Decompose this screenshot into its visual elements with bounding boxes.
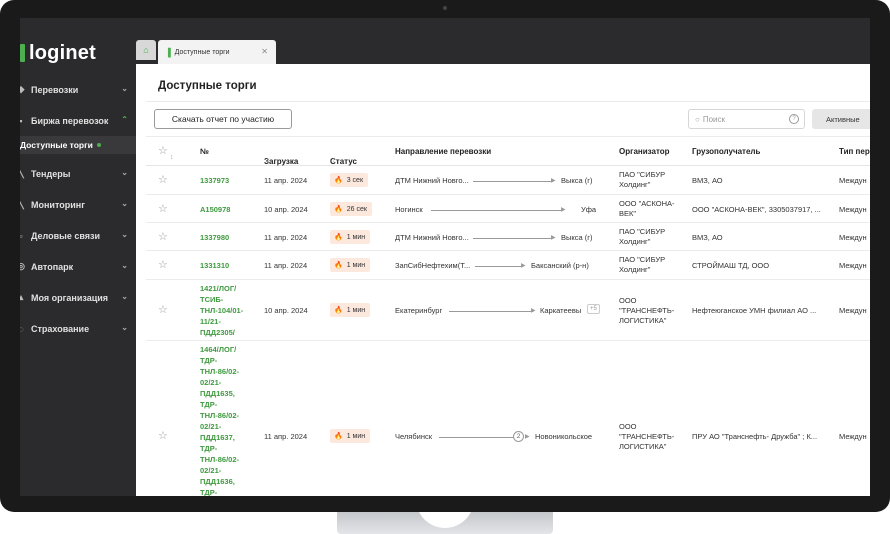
table-row[interactable]: ☆ 1337973 11 апр. 2024 🔥 3 сек ДТМ Нижний… (146, 166, 870, 195)
monitor-frame: loginet ◆ Перевозки ⌄ ▪ Биржа перевозок ⌃ До… (0, 0, 890, 512)
contacts-icon: ▫ (20, 230, 23, 241)
fire-icon: 🔥 (334, 234, 343, 241)
arrow-icon: ▶ (531, 308, 536, 314)
column-header-num[interactable]: № (200, 147, 209, 156)
fire-icon: 🔥 (334, 433, 343, 440)
route: ДТМ Нижний Новго... ▶ Выкса (г) (395, 176, 593, 185)
chevron-down-icon: ⌄ (121, 261, 128, 270)
sidebar-item-shipments[interactable]: ◆ Перевозки ⌄ (20, 74, 136, 105)
chevron-up-icon: ⌃ (121, 115, 128, 124)
sidebar-item-insurance[interactable]: ◌ Страхование ⌄ (20, 313, 136, 344)
status-badge: 🔥 1 мин (330, 230, 371, 244)
column-header-route[interactable]: Направление перевозки (395, 147, 491, 156)
tab-bar: ⌂ ▐ Доступные торги ✕ (136, 18, 870, 64)
fleet-icon: ◎ (20, 261, 25, 271)
star-icon[interactable]: ☆ (158, 303, 168, 316)
download-report-button[interactable]: Скачать отчет по участию (154, 109, 292, 129)
status-badge: 🔥 26 сек (330, 202, 372, 216)
search-icon: ○ (695, 114, 700, 124)
table-header: ☆ ↕ № Загрузка ↕ Статус ↕ Направление перев… (146, 136, 870, 166)
arrow-icon: ▶ (551, 178, 556, 184)
star-icon[interactable]: ☆ (158, 429, 168, 442)
page-content: Доступные торги Скачать отчет по участию… (136, 64, 870, 496)
chevron-down-icon: ⌄ (121, 168, 128, 177)
tab-page-icon: ▐ (165, 47, 171, 57)
sort-icon: ↕ (266, 157, 270, 164)
screen: loginet ◆ Перевозки ⌄ ▪ Биржа перевозок ⌃ До… (20, 18, 870, 496)
star-icon[interactable]: ☆ (158, 202, 168, 215)
star-icon[interactable]: ☆ (158, 230, 168, 243)
sidebar-menu: ◆ Перевозки ⌄ ▪ Биржа перевозок ⌃ Доступные … (20, 74, 136, 344)
status-badge: 🔥 1 мин (330, 429, 371, 443)
chevron-down-icon: ⌄ (121, 84, 128, 93)
table-row[interactable]: ☆ 1337980 11 апр. 2024 🔥 1 мин ДТМ Нижний… (146, 223, 870, 251)
status-badge: 🔥 3 сек (330, 173, 369, 187)
sidebar-item-fleet[interactable]: ◎ Автопарк ⌄ (20, 251, 136, 282)
chevron-down-icon: ⌄ (121, 230, 128, 239)
column-header-type[interactable]: Тип пер (839, 147, 870, 156)
table-row[interactable]: ☆ 1464/ЛОГ/ ТДР- ТНЛ-86/02- 02/21- ПДД16… (146, 341, 870, 496)
chevron-down-icon: ⌄ (121, 292, 128, 301)
arrow-icon: ▶ (521, 263, 526, 269)
route: Екатеринбург ▶ Каркатеевы +5 (395, 304, 601, 316)
star-header-icon[interactable]: ☆ ↕ (158, 144, 173, 161)
active-filter-button[interactable]: Активные (812, 109, 870, 129)
help-icon[interactable]: ? (789, 114, 799, 124)
star-icon[interactable]: ☆ (158, 258, 168, 271)
route: Ногинск ▶ Уфа (395, 205, 597, 214)
route: ЗапСибНефтехим(Т... ▶ Баксанский (р-н) (395, 261, 589, 270)
sidebar-item-exchange[interactable]: ▪ Биржа перевозок ⌃ (20, 105, 136, 136)
logo[interactable]: loginet (20, 40, 96, 66)
chevron-down-icon: ⌄ (121, 199, 128, 208)
page-title: Доступные торги (158, 80, 257, 92)
sidebar-item-tenders[interactable]: ╲ Тендеры ⌄ (20, 158, 136, 189)
status-badge: 🔥 1 мин (330, 303, 371, 317)
table-row[interactable]: ☆ 1331310 11 апр. 2024 🔥 1 мин ЗапСибНефт… (146, 251, 870, 280)
arrow-icon: ▶ (525, 434, 530, 440)
tender-icon: ╲ (20, 168, 24, 178)
fire-icon: 🔥 (334, 262, 343, 269)
active-dot-icon (96, 143, 101, 147)
tab-available-tenders[interactable]: ▐ Доступные торги ✕ (158, 40, 276, 64)
more-stops-badge[interactable]: +5 (587, 304, 600, 314)
fire-icon: 🔥 (334, 307, 343, 314)
logo-text: loginet (29, 41, 96, 64)
tab-home[interactable]: ⌂ (136, 40, 156, 60)
column-header-organizer[interactable]: Организатор (619, 147, 670, 156)
sidebar-item-contacts[interactable]: ▫ Деловые связи ⌄ (20, 220, 136, 251)
column-header-consignee[interactable]: Грузополучатель (692, 147, 760, 156)
monitoring-icon: ╲ (20, 199, 24, 209)
title-divider (146, 101, 870, 102)
table-row[interactable]: ☆ 1421/ЛОГ/ ТСИБ- ТНЛ-104/01- 11/21- ПДД… (146, 280, 870, 341)
logo-mark (20, 44, 25, 62)
search-placeholder: Поиск (702, 114, 726, 124)
search-input[interactable]: ○ Поиск ? (688, 109, 805, 129)
sidebar-subitem-available-tenders[interactable]: Доступные торги (20, 136, 136, 154)
insurance-icon: ◌ (20, 323, 24, 334)
exchange-icon: ▪ (20, 115, 23, 126)
star-icon[interactable]: ☆ (158, 173, 168, 186)
sidebar-item-monitoring[interactable]: ╲ Мониторинг ⌄ (20, 189, 136, 220)
fire-icon: 🔥 (334, 206, 343, 213)
sidebar: loginet ◆ Перевозки ⌄ ▪ Биржа перевозок ⌃ До… (20, 18, 136, 496)
route: ДТМ Нижний Новго... ▶ Выкса (г) (395, 233, 593, 242)
truck-icon: ◆ (20, 84, 25, 94)
main-area: ⌂ ▐ Доступные торги ✕ Доступные торги Ск… (136, 18, 870, 496)
route: Челябинск 2 ▶ Новоникольское (395, 431, 593, 442)
camera-dot (443, 6, 447, 10)
sort-icon: ↕ (332, 157, 336, 164)
arrow-icon: ▶ (561, 207, 566, 213)
chevron-down-icon: ⌄ (121, 323, 128, 332)
table-row[interactable]: ☆ А150978 10 апр. 2024 🔥 26 сек Ногинск ▶… (146, 195, 870, 223)
close-icon[interactable]: ✕ (261, 47, 268, 56)
sort-icon: ↕ (169, 154, 174, 161)
arrow-icon: ▶ (551, 235, 556, 241)
fire-icon: 🔥 (334, 177, 343, 184)
organization-icon: ▴ (20, 292, 24, 302)
home-icon: ⌂ (143, 45, 149, 55)
status-badge: 🔥 1 мин (330, 258, 371, 272)
sidebar-item-organization[interactable]: ▴ Моя организация ⌄ (20, 282, 136, 313)
stop-count-badge: 2 (513, 431, 524, 442)
